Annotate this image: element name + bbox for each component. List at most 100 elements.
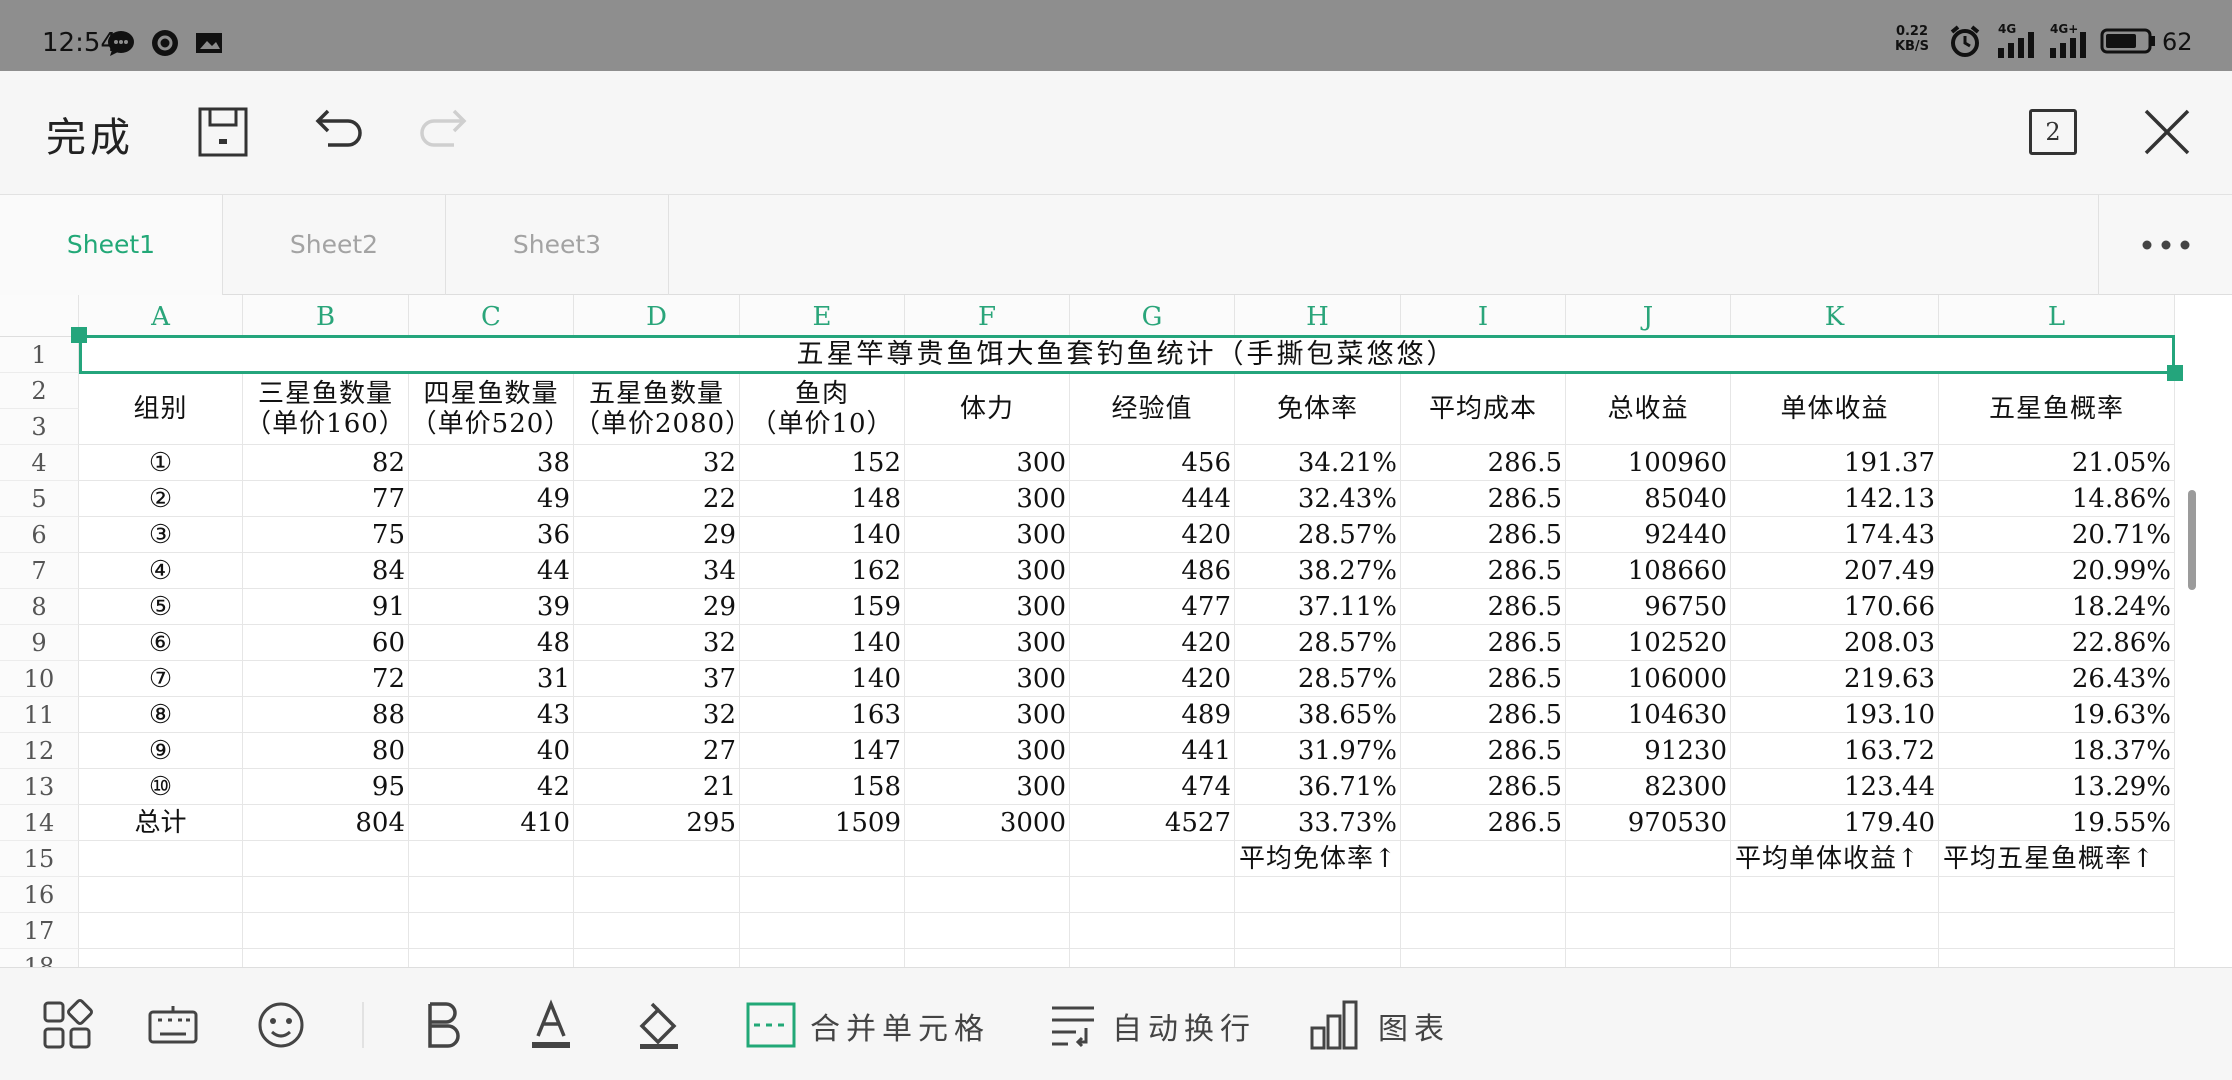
- data-cell[interactable]: 32.43%: [1235, 481, 1401, 517]
- data-cell[interactable]: 489: [1070, 697, 1235, 733]
- data-cell[interactable]: 49: [409, 481, 574, 517]
- data-cell[interactable]: 300: [905, 661, 1070, 697]
- column-header-k[interactable]: K: [1731, 295, 1939, 337]
- empty-cell[interactable]: [1070, 877, 1235, 913]
- data-cell[interactable]: 38.65%: [1235, 697, 1401, 733]
- data-cell[interactable]: 22: [574, 481, 740, 517]
- chart-label[interactable]: 图表: [1378, 1004, 1450, 1048]
- data-cell[interactable]: 44: [409, 553, 574, 589]
- data-cell[interactable]: 162: [740, 553, 905, 589]
- data-cell[interactable]: 34.21%: [1235, 445, 1401, 481]
- header-cell-l[interactable]: 五星鱼概率: [1939, 373, 2175, 445]
- row-header[interactable]: 15: [0, 841, 79, 877]
- data-cell[interactable]: 95: [243, 769, 409, 805]
- empty-cell[interactable]: [409, 877, 574, 913]
- group-cell[interactable]: ⑥: [79, 625, 243, 661]
- empty-cell[interactable]: [79, 949, 243, 967]
- data-cell[interactable]: 441: [1070, 733, 1235, 769]
- data-cell[interactable]: 300: [905, 481, 1070, 517]
- data-cell[interactable]: 32: [574, 445, 740, 481]
- group-cell[interactable]: ⑦: [79, 661, 243, 697]
- data-cell[interactable]: 474: [1070, 769, 1235, 805]
- data-cell[interactable]: 85040: [1566, 481, 1731, 517]
- empty-cell[interactable]: [409, 913, 574, 949]
- data-cell[interactable]: 286.5: [1401, 625, 1566, 661]
- data-cell[interactable]: 43: [409, 697, 574, 733]
- row-header[interactable]: 8: [0, 589, 79, 625]
- row-header[interactable]: 4: [0, 445, 79, 481]
- data-cell[interactable]: 444: [1070, 481, 1235, 517]
- data-cell[interactable]: 28.57%: [1235, 661, 1401, 697]
- empty-cell[interactable]: [1731, 877, 1939, 913]
- row-header[interactable]: 2: [0, 373, 79, 409]
- close-icon[interactable]: [2140, 105, 2194, 159]
- data-cell[interactable]: 92440: [1566, 517, 1731, 553]
- done-button[interactable]: 完成: [46, 105, 134, 163]
- selection-handle-end[interactable]: [2167, 365, 2183, 381]
- group-cell[interactable]: ⑨: [79, 733, 243, 769]
- data-cell[interactable]: 174.43: [1731, 517, 1939, 553]
- column-header-f[interactable]: F: [905, 295, 1070, 337]
- empty-cell[interactable]: [574, 949, 740, 967]
- header-cell-h[interactable]: 免体率: [1235, 373, 1401, 445]
- data-cell[interactable]: 300: [905, 625, 1070, 661]
- data-cell[interactable]: 34: [574, 553, 740, 589]
- data-cell[interactable]: 208.03: [1731, 625, 1939, 661]
- data-cell[interactable]: 37: [574, 661, 740, 697]
- data-cell[interactable]: 170.66: [1731, 589, 1939, 625]
- data-cell[interactable]: 18.24%: [1939, 589, 2175, 625]
- data-cell[interactable]: 75: [243, 517, 409, 553]
- row-header[interactable]: 7: [0, 553, 79, 589]
- page-count-button[interactable]: 2: [2029, 109, 2077, 155]
- data-cell[interactable]: 106000: [1566, 661, 1731, 697]
- empty-cell[interactable]: [409, 949, 574, 967]
- empty-cell[interactable]: [574, 841, 740, 877]
- empty-cell[interactable]: [740, 913, 905, 949]
- empty-cell[interactable]: [740, 841, 905, 877]
- data-cell[interactable]: 300: [905, 697, 1070, 733]
- data-cell[interactable]: 410: [409, 805, 574, 841]
- data-cell[interactable]: 82300: [1566, 769, 1731, 805]
- row-header[interactable]: 16: [0, 877, 79, 913]
- data-cell[interactable]: 88: [243, 697, 409, 733]
- data-cell[interactable]: 22.86%: [1939, 625, 2175, 661]
- data-cell[interactable]: 108660: [1566, 553, 1731, 589]
- data-cell[interactable]: 147: [740, 733, 905, 769]
- data-cell[interactable]: 193.10: [1731, 697, 1939, 733]
- data-cell[interactable]: 300: [905, 769, 1070, 805]
- data-cell[interactable]: 142.13: [1731, 481, 1939, 517]
- data-cell[interactable]: 104630: [1566, 697, 1731, 733]
- data-cell[interactable]: 29: [574, 589, 740, 625]
- header-cell-a[interactable]: 组别: [79, 373, 243, 445]
- note-cell-l15[interactable]: 平均五星鱼概率↑: [1939, 841, 2175, 877]
- row-header[interactable]: 6: [0, 517, 79, 553]
- column-header-j[interactable]: J: [1566, 295, 1731, 337]
- vertical-scrollbar[interactable]: [2188, 490, 2196, 590]
- data-cell[interactable]: 3000: [905, 805, 1070, 841]
- data-cell[interactable]: 91230: [1566, 733, 1731, 769]
- data-cell[interactable]: 36.71%: [1235, 769, 1401, 805]
- data-cell[interactable]: 38: [409, 445, 574, 481]
- data-cell[interactable]: 31.97%: [1235, 733, 1401, 769]
- data-cell[interactable]: 91: [243, 589, 409, 625]
- row-header[interactable]: 5: [0, 481, 79, 517]
- empty-cell[interactable]: [1401, 841, 1566, 877]
- empty-cell[interactable]: [1939, 949, 2175, 967]
- header-cell-e[interactable]: 鱼肉 （单价10）: [740, 373, 905, 445]
- data-cell[interactable]: 286.5: [1401, 517, 1566, 553]
- bold-icon[interactable]: [416, 998, 470, 1052]
- data-cell[interactable]: 286.5: [1401, 589, 1566, 625]
- data-cell[interactable]: 191.37: [1731, 445, 1939, 481]
- data-cell[interactable]: 29: [574, 517, 740, 553]
- data-cell[interactable]: 20.71%: [1939, 517, 2175, 553]
- data-cell[interactable]: 96750: [1566, 589, 1731, 625]
- data-cell[interactable]: 179.40: [1731, 805, 1939, 841]
- column-header-l[interactable]: L: [1939, 295, 2175, 337]
- empty-cell[interactable]: [243, 877, 409, 913]
- data-cell[interactable]: 159: [740, 589, 905, 625]
- empty-cell[interactable]: [1566, 841, 1731, 877]
- empty-cell[interactable]: [1401, 913, 1566, 949]
- redo-icon[interactable]: [420, 105, 474, 159]
- data-cell[interactable]: 152: [740, 445, 905, 481]
- empty-cell[interactable]: [905, 913, 1070, 949]
